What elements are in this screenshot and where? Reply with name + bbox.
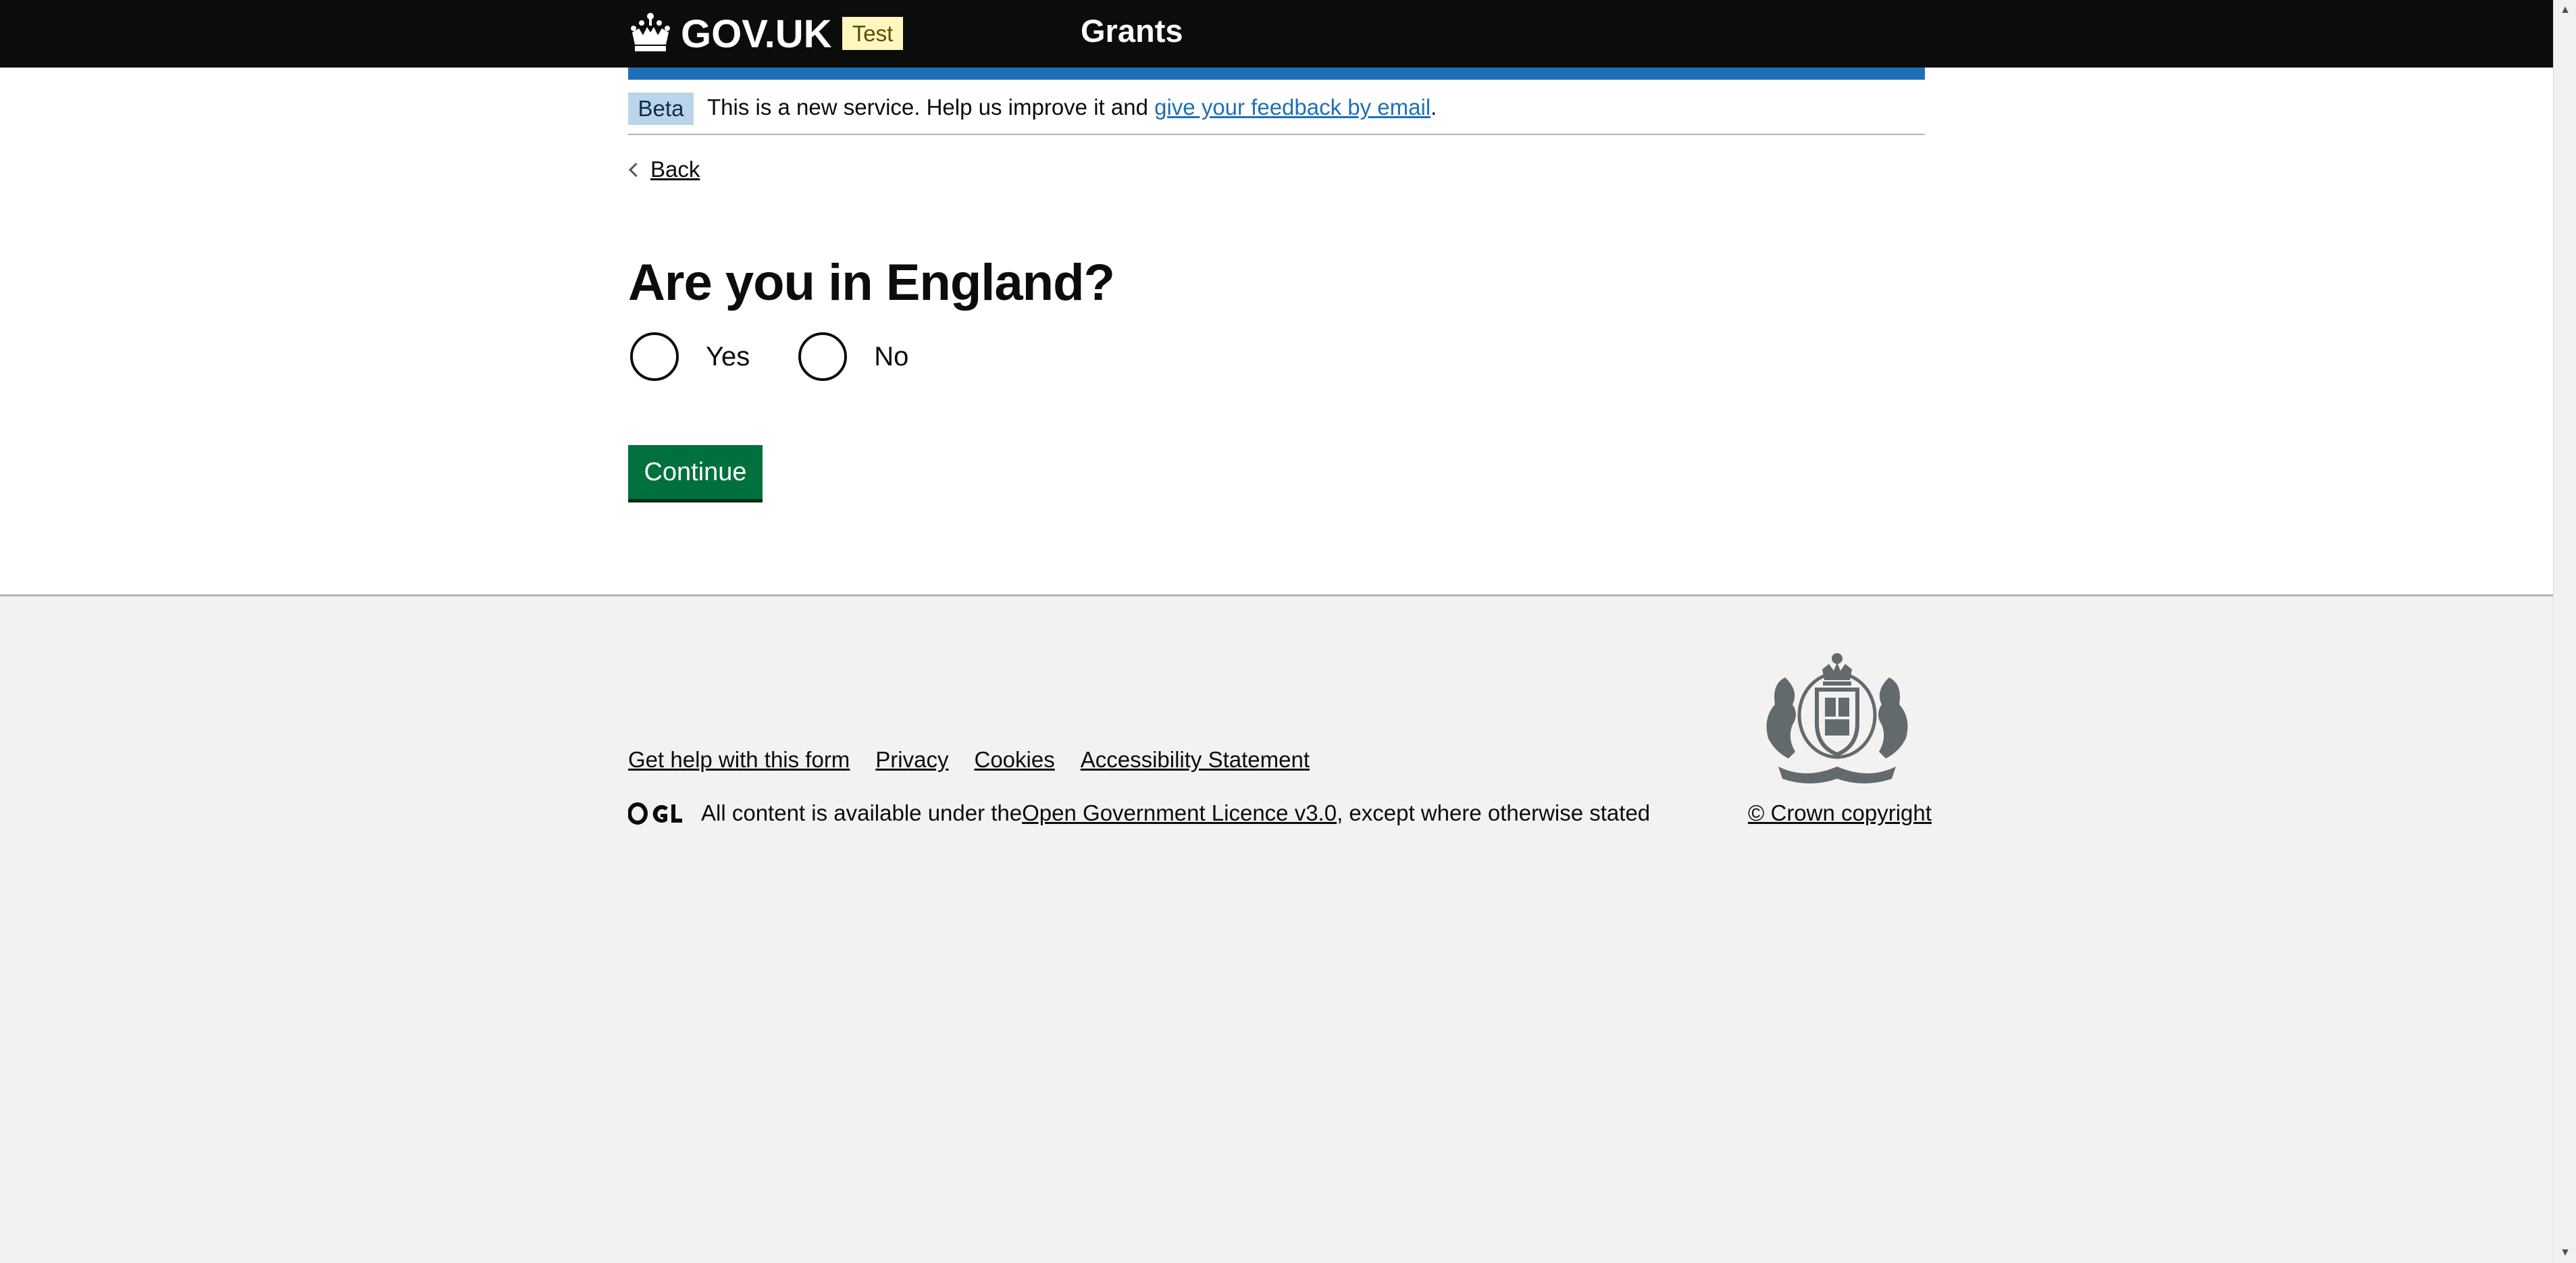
phase-banner-text: This is a new service. Help us improve i… <box>707 95 1437 120</box>
page: GOV.UK Test Grants Beta This is a new se… <box>0 0 2553 1263</box>
licence-text-before: All content is available under the <box>701 800 1023 825</box>
footer-link-accessibility[interactable]: Accessibility Statement <box>1081 747 1310 773</box>
crown-copyright: © Crown copyright <box>1748 800 1932 826</box>
radio-label-yes: Yes <box>706 341 750 371</box>
footer-link-cookies[interactable]: Cookies <box>974 747 1054 773</box>
radio-option-yes[interactable]: Yes <box>630 332 750 381</box>
govuk-logotype: GOV.UK <box>681 11 832 56</box>
chevron-left-icon <box>628 162 644 177</box>
phase-banner: Beta This is a new service. Help us impr… <box>628 80 1925 135</box>
licence-text-after: , except where otherwise stated <box>1337 800 1651 825</box>
govuk-home-link[interactable]: GOV.UK <box>628 7 831 61</box>
crown-icon <box>631 13 670 51</box>
licence-link[interactable]: Open Government Licence v3.0 <box>1022 800 1337 826</box>
vertical-scrollbar[interactable]: ▲ ▼ <box>2553 0 2576 1263</box>
phase-text-before: This is a new service. Help us improve i… <box>707 95 1155 120</box>
feedback-link[interactable]: give your feedback by email <box>1154 95 1431 120</box>
radio-label-no: No <box>874 341 909 371</box>
site-footer: Get help with this form Privacy Cookies … <box>0 594 2553 1263</box>
footer-links: Get help with this form Privacy Cookies … <box>628 747 1335 773</box>
footer-link-privacy[interactable]: Privacy <box>875 747 948 773</box>
back-link-container[interactable]: Back <box>628 157 700 182</box>
crown-copyright-link[interactable]: © Crown copyright <box>1748 800 1932 825</box>
radio-option-no[interactable]: No <box>798 332 908 381</box>
site-header: GOV.UK Test Grants <box>0 0 2553 68</box>
radio-button-no[interactable] <box>798 332 848 381</box>
ogl-logo-icon <box>628 802 682 825</box>
back-link[interactable]: Back <box>650 157 700 182</box>
page-title: Are you in England? <box>628 254 1115 311</box>
scroll-down-arrow-icon[interactable]: ▼ <box>2554 1243 2576 1263</box>
beta-badge: Beta <box>628 93 694 125</box>
phase-text-after: . <box>1431 95 1437 120</box>
footer-link-help[interactable]: Get help with this form <box>628 747 850 773</box>
radio-button-yes[interactable] <box>630 332 679 381</box>
radio-group: Yes No <box>630 332 957 381</box>
royal-coat-of-arms-icon <box>1766 653 1908 783</box>
service-name[interactable]: Grants <box>1081 12 1183 49</box>
scroll-up-arrow-icon[interactable]: ▲ <box>2554 0 2576 20</box>
licence-statement: All content is available under the Open … <box>628 800 1650 826</box>
environment-tag: Test <box>842 17 903 50</box>
main-background <box>0 80 2553 595</box>
header-blue-rule <box>628 68 1925 80</box>
continue-button[interactable]: Continue <box>628 445 763 499</box>
